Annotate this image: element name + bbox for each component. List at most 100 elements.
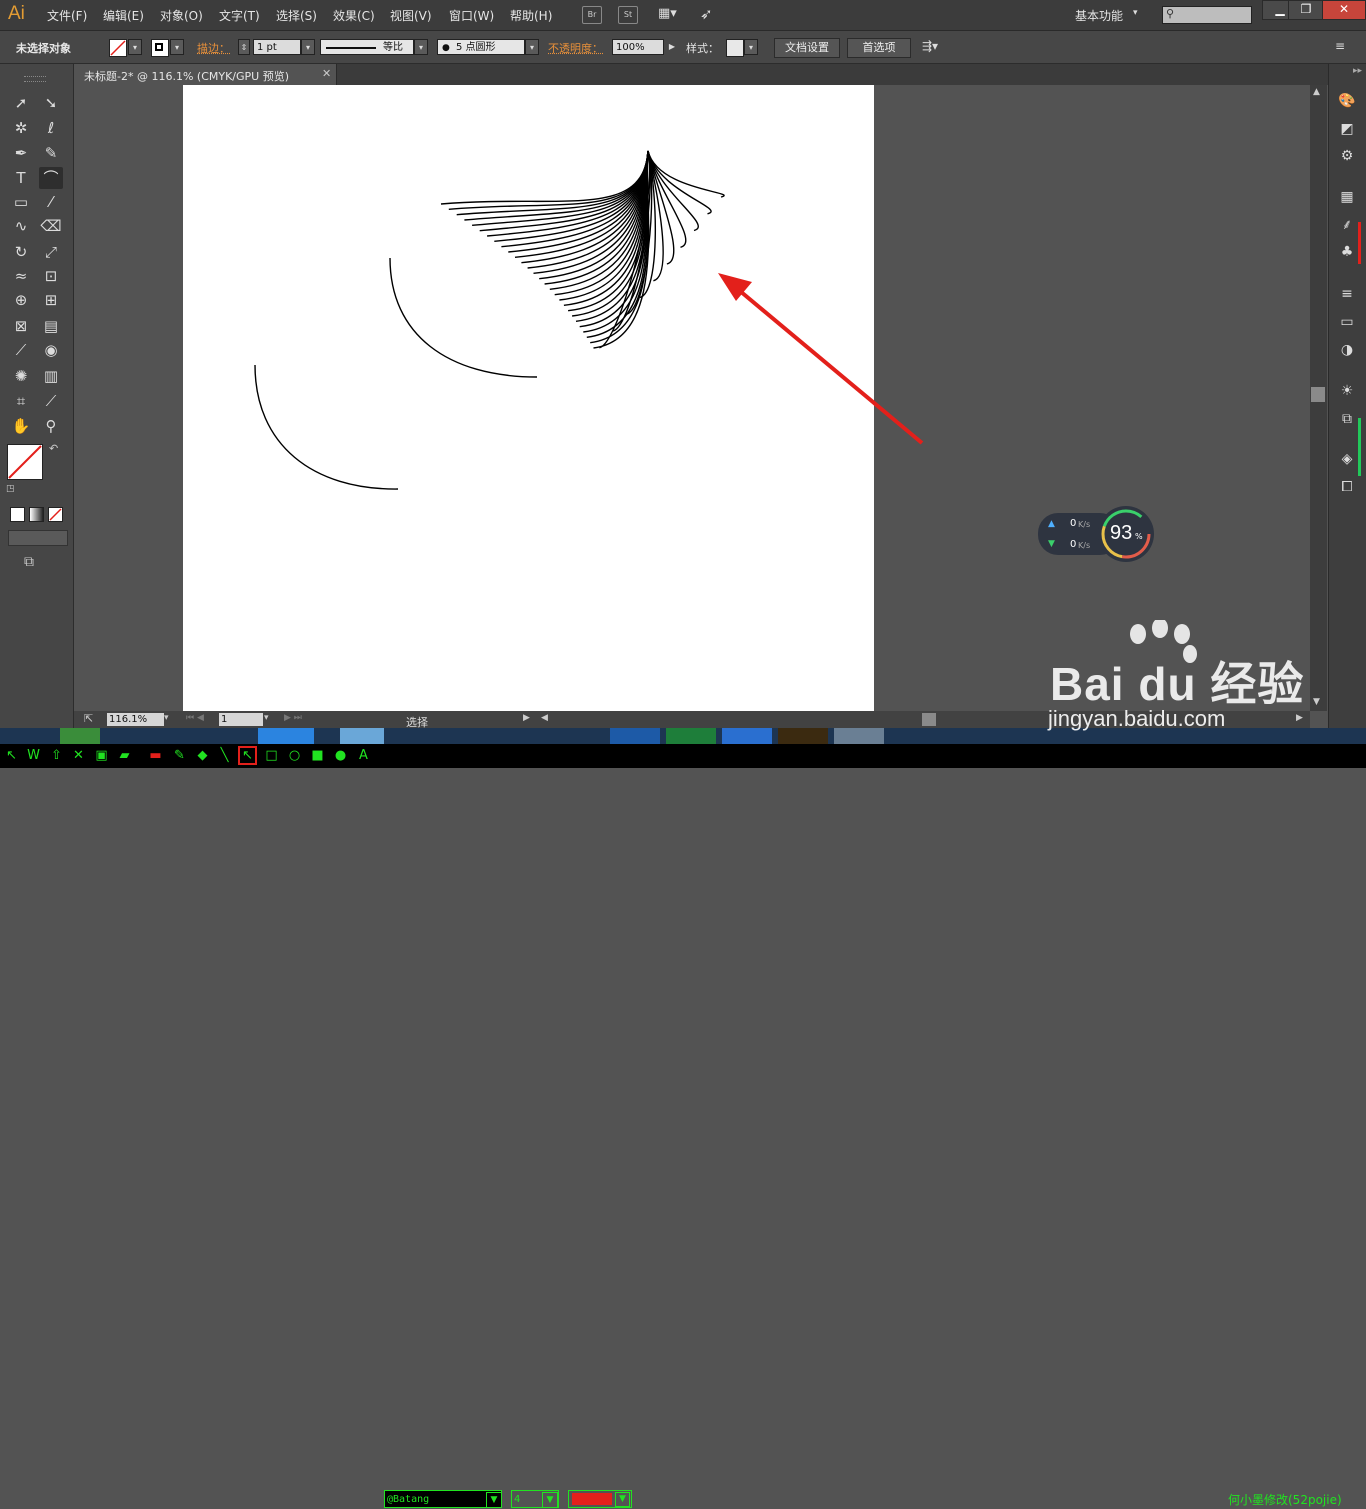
stroke-weight-dropdown[interactable]: ▾ — [301, 39, 315, 55]
appearance-icon[interactable]: ☀ — [1338, 382, 1356, 400]
stroke-swatch[interactable] — [151, 39, 169, 57]
filled-ellipse-icon[interactable]: ● — [333, 748, 348, 763]
slice-tool-icon[interactable]: ⟋ — [39, 390, 63, 412]
menu-object[interactable]: 对象(O) — [160, 7, 203, 24]
stroke-weight-field[interactable]: 1 pt — [253, 39, 301, 55]
color-dropdown-icon[interactable]: ▼ — [615, 1492, 630, 1507]
brush-dropdown[interactable]: ▾ — [525, 39, 539, 55]
arc-path[interactable] — [254, 364, 399, 490]
status-menu-icon[interactable]: ▶ — [523, 713, 530, 723]
opacity-arrow-icon[interactable]: ▶ — [665, 39, 679, 55]
folder-icon[interactable]: ▰ — [117, 748, 132, 763]
chevron-down-icon[interactable]: ▾ — [1133, 8, 1138, 18]
text-icon[interactable]: A — [356, 748, 371, 763]
scroll-left-icon[interactable]: ◀ — [541, 713, 548, 723]
magic-wand-tool-icon[interactable]: ✲ — [9, 117, 33, 139]
close-icon[interactable]: ✕ — [71, 748, 86, 763]
taskbar-illustrator[interactable] — [778, 728, 828, 744]
lasso-tool-icon[interactable]: ℓ — [39, 117, 63, 139]
mesh-tool-icon[interactable]: ⊠ — [9, 315, 33, 337]
rectangle-tool-icon[interactable]: ▭ — [9, 191, 33, 213]
taskbar-app-2[interactable] — [258, 728, 314, 744]
curvature-tool-icon[interactable]: ✎ — [39, 142, 63, 164]
recolor-icon[interactable]: ⚙ — [1338, 147, 1356, 165]
panel-menu-icon[interactable]: ≡ — [1335, 39, 1345, 53]
eraser-tool-icon[interactable]: ⌫ — [39, 215, 63, 237]
fill-color-box[interactable] — [7, 444, 43, 480]
arrange-icon[interactable]: ⇶▾ — [922, 39, 938, 53]
none-mode-button[interactable] — [48, 507, 63, 522]
preferences-button[interactable]: 首选项 — [847, 38, 911, 58]
page-field[interactable]: 1 — [219, 713, 263, 726]
cursor-icon[interactable]: ↖ — [4, 748, 19, 763]
color-select[interactable]: ▼ — [568, 1490, 632, 1508]
artboards-icon[interactable]: ⧠ — [1338, 478, 1356, 496]
scroll-down-icon[interactable]: ▼ — [1313, 697, 1320, 707]
stroke-label[interactable]: 描边： — [197, 40, 230, 56]
fill-swatch[interactable] — [109, 39, 127, 57]
screen-mode-icon[interactable]: ⧉ — [24, 554, 34, 570]
brush-definition[interactable]: ● 5 点圆形 — [437, 39, 525, 55]
stroke-dropdown[interactable]: ▾ — [170, 39, 184, 55]
taskbar-app-4[interactable] — [610, 728, 660, 744]
scale-tool-icon[interactable]: ⤢ — [39, 241, 63, 263]
taskbar-app-8[interactable] — [834, 728, 884, 744]
vertical-scroll-thumb[interactable] — [1311, 387, 1325, 402]
workspace-switcher[interactable]: 基本功能 — [1075, 7, 1123, 24]
zoom-dropdown-icon[interactable]: ▾ — [164, 713, 169, 723]
profile-dropdown[interactable]: ▾ — [414, 39, 428, 55]
document-tab[interactable]: 未标题-2* @ 116.1% (CMYK/GPU 预览) ✕ — [74, 64, 337, 85]
drawing-mode-buttons[interactable] — [8, 530, 68, 546]
menu-file[interactable]: 文件(F) — [47, 7, 87, 24]
color-guide-icon[interactable]: ◩ — [1338, 120, 1356, 138]
default-colors-icon[interactable]: ◳ — [6, 484, 15, 494]
stock-button[interactable]: St — [618, 6, 638, 24]
free-transform-tool-icon[interactable]: ⊡ — [39, 265, 63, 287]
pencil-icon[interactable]: ✎ — [172, 748, 187, 763]
expand-panels-icon[interactable]: ▸▸ — [1353, 66, 1362, 76]
blend-tool-icon[interactable]: ◉ — [39, 339, 63, 361]
type-tool-icon[interactable]: T — [9, 167, 33, 189]
arc-tool-icon[interactable]: ⌒ — [39, 167, 63, 189]
menu-effect[interactable]: 效果(C) — [333, 7, 375, 24]
taskbar-app-5[interactable] — [666, 728, 716, 744]
font-select[interactable]: @Batang — [384, 1490, 502, 1508]
gpu-rocket-icon[interactable]: ➶ — [700, 5, 713, 23]
graphic-styles-icon[interactable]: ⧉ — [1338, 410, 1356, 428]
color-palette-icon[interactable]: 🎨 — [1338, 92, 1356, 110]
horizontal-scroll-thumb[interactable] — [922, 713, 936, 726]
graphic-style-swatch[interactable] — [726, 39, 744, 57]
rectangle-icon[interactable]: □ — [264, 748, 279, 763]
shape-builder-tool-icon[interactable]: ⊕ — [9, 289, 33, 311]
swap-colors-icon[interactable]: ↶ — [49, 442, 58, 455]
menu-help[interactable]: 帮助(H) — [510, 7, 552, 24]
menu-window[interactable]: 窗口(W) — [449, 7, 494, 24]
save-icon[interactable]: ▣ — [94, 748, 109, 763]
restore-button[interactable]: ❐ — [1288, 0, 1324, 20]
shaper-tool-icon[interactable]: ∿ — [9, 215, 33, 237]
transparency-icon[interactable]: ◑ — [1338, 341, 1356, 359]
fan-rib-path[interactable] — [472, 150, 649, 226]
style-dropdown[interactable]: ▾ — [744, 39, 758, 55]
scroll-up-icon[interactable]: ▲ — [1313, 87, 1320, 97]
zoom-field[interactable]: 116.1% — [107, 713, 164, 726]
gradient-tool-icon[interactable]: ▤ — [39, 315, 63, 337]
zoom-tool-icon[interactable]: ⚲ — [39, 415, 63, 437]
memory-gauge[interactable]: 93 % — [1098, 506, 1154, 562]
swatches-icon[interactable]: ▦ — [1338, 188, 1356, 206]
arc-path[interactable] — [389, 257, 538, 378]
variable-width-profile[interactable]: 等比 — [320, 39, 414, 55]
column-graph-tool-icon[interactable]: ▥ — [39, 365, 63, 387]
eraser-icon[interactable]: ▬ — [148, 748, 163, 763]
stroke-weight-stepper[interactable]: ⇕ — [238, 39, 250, 55]
close-tab-icon[interactable]: ✕ — [322, 67, 331, 80]
warp-tool-icon[interactable]: ≈ — [9, 265, 33, 287]
opacity-label[interactable]: 不透明度： — [548, 40, 603, 56]
arrow-tool-icon[interactable]: ↖ — [238, 746, 257, 765]
menu-edit[interactable]: 编辑(E) — [103, 7, 144, 24]
share-icon[interactable]: ⇱ — [84, 712, 93, 725]
word-icon[interactable]: W — [26, 748, 41, 763]
help-search-input[interactable]: ⚲ — [1162, 6, 1252, 24]
symbol-sprayer-tool-icon[interactable]: ✺ — [9, 365, 33, 387]
size-dropdown-icon[interactable]: ▼ — [542, 1492, 558, 1508]
